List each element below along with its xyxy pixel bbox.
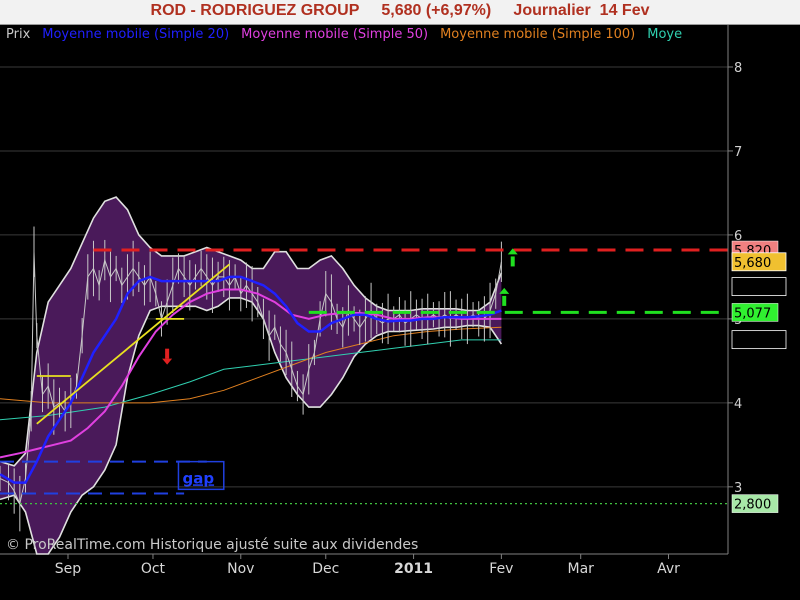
legend-entry: Moyenne mobile (Simple 20): [42, 27, 229, 42]
x-tick-label: Dec: [312, 561, 339, 577]
level-tag: 5,077: [734, 306, 771, 321]
value-tag: 5,3848: [734, 281, 780, 296]
price-chart[interactable]: Prix Moyenne mobile (Simple 20) Moyenne mo…: [0, 25, 800, 600]
x-tick-label: Nov: [227, 561, 254, 577]
legend: Prix Moyenne mobile (Simple 20) Moyenne mo…: [6, 27, 682, 42]
x-tick-label: 2011: [394, 561, 433, 577]
y-tick-label: 8: [734, 61, 742, 76]
arrow-shaft: [165, 348, 170, 359]
y-tick-label: 3: [734, 481, 742, 496]
y-axis: 3456785,8205,0772,8005,6805,38484,7531: [728, 61, 787, 513]
legend-entry: Moyenne mobile (Simple 100): [440, 27, 635, 42]
value-tag: 4,7531: [734, 334, 780, 349]
x-tick-label: Fev: [489, 561, 513, 577]
legend-entry: Prix: [6, 27, 31, 42]
y-tick-label: 7: [734, 145, 742, 160]
arrow-shaft: [502, 295, 507, 306]
value-tag: 5,680: [734, 256, 771, 271]
x-tick-label: Oct: [141, 561, 166, 577]
x-tick-label: Mar: [567, 561, 594, 577]
level-tag: 2,800: [734, 498, 771, 513]
y-tick-label: 4: [734, 397, 742, 412]
arrow-shaft: [510, 256, 515, 267]
title-bar: ROD - RODRIGUEZ GROUP 5,680 (+6,97%) Jou…: [0, 0, 800, 25]
legend-entry: Moye: [647, 27, 682, 42]
x-axis: Sep Oct Nov Dec 2011 Fev Mar Avr: [55, 554, 680, 577]
gap-label: gap: [182, 469, 214, 487]
x-tick-label: Sep: [55, 561, 82, 577]
chart-title: ROD - RODRIGUEZ GROUP 5,680 (+6,97%) Jou…: [150, 2, 650, 19]
arrow-down-icon: [162, 358, 173, 365]
x-tick-label: Avr: [657, 561, 680, 577]
legend-entry: Moyenne mobile (Simple 50): [241, 27, 428, 42]
copyright-text: © ProRealTime.com Historique ajusté suit…: [6, 537, 418, 553]
